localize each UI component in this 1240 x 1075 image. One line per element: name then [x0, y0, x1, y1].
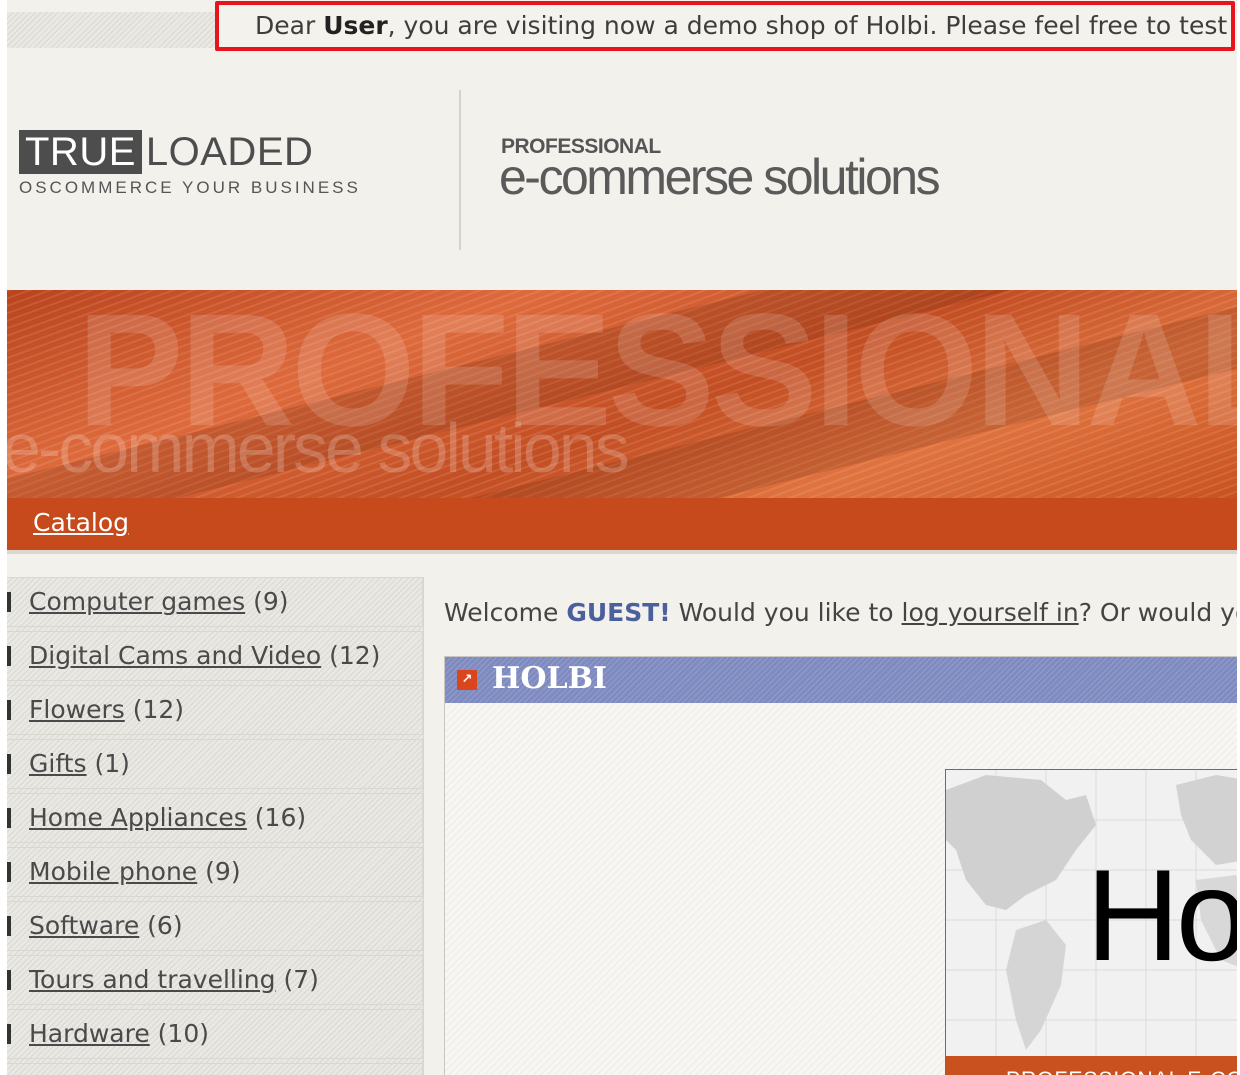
welcome-guest: GUEST! — [566, 598, 671, 627]
site-logo[interactable]: TRUE LOADED OSCOMMERCE YOUR BUSINESS — [19, 130, 358, 197]
category-count: (9) — [253, 587, 289, 616]
nav-catalog-link[interactable]: Catalog — [33, 508, 129, 537]
category-link[interactable]: Software — [29, 911, 139, 940]
category-link[interactable]: Home Appliances — [29, 803, 247, 832]
sidebar-category-item[interactable]: Home Appliances (16) — [7, 793, 423, 843]
category-link[interactable]: Mobile phone — [29, 857, 197, 886]
category-count: (12) — [329, 641, 381, 670]
external-link-icon[interactable]: ↗ — [457, 670, 477, 690]
notice-bar-left-pattern — [7, 12, 217, 48]
sidebar-category-item[interactable]: Gifts (1) — [7, 739, 423, 789]
holbi-box-title: HOLBI — [492, 661, 607, 696]
sidebar-category-item[interactable]: Hardware (10) — [7, 1009, 423, 1059]
slogan-big: e-commerse solutions — [499, 149, 941, 205]
category-sidebar: Computer games (9) Digital Cams and Video… — [7, 577, 424, 1075]
demo-notice-bar: Dear User, you are visiting now a demo s… — [215, 1, 1235, 51]
notice-user: User — [323, 11, 388, 40]
category-link[interactable]: Tours and travelling — [29, 965, 276, 994]
category-count: (10) — [157, 1019, 209, 1048]
sidebar-category-item[interactable]: View All Items — [7, 1063, 423, 1075]
header-divider — [459, 90, 461, 250]
category-link[interactable]: Gifts — [29, 749, 87, 778]
category-link[interactable]: Computer games — [29, 587, 245, 616]
holbi-box: ↗ HOLBI Ho — [444, 656, 1237, 1075]
category-count: (7) — [283, 965, 319, 994]
hero-banner: PROFESSIONAL e-commerse solutions — [7, 290, 1237, 498]
login-link[interactable]: log yourself in — [902, 598, 1079, 627]
welcome-prefix: Welcome — [444, 598, 567, 627]
notice-prefix: Dear — [255, 11, 324, 40]
holbi-box-header: ↗ HOLBI — [445, 657, 1237, 703]
holbi-box-body: Ho PROFESSIONAL E-CO — [445, 703, 1237, 1075]
sidebar-category-item[interactable]: Mobile phone (9) — [7, 847, 423, 897]
category-count: (16) — [254, 803, 307, 832]
sidebar-category-item[interactable]: Software (6) — [7, 901, 423, 951]
promo-footer: PROFESSIONAL E-CO — [946, 1056, 1237, 1075]
category-link[interactable]: Hardware — [29, 1019, 150, 1048]
category-link[interactable]: Flowers — [29, 695, 125, 724]
logo-true: TRUE — [19, 130, 142, 174]
nav-bar: Catalog — [7, 498, 1237, 554]
category-count: (1) — [94, 749, 130, 778]
category-link[interactable]: Digital Cams and Video — [29, 641, 321, 670]
sidebar-category-item[interactable]: Flowers (12) — [7, 685, 423, 735]
logo-tagline: OSCOMMERCE YOUR BUSINESS — [19, 178, 361, 197]
sidebar-category-item[interactable]: Computer games (9) — [7, 577, 423, 627]
welcome-suffix: ? Or would you pre — [1078, 598, 1237, 627]
promo-banner[interactable]: Ho PROFESSIONAL E-CO — [945, 769, 1237, 1075]
category-count: (9) — [205, 857, 241, 886]
logo-loaded: LOADED — [145, 130, 314, 174]
category-count: (6) — [147, 911, 183, 940]
sidebar-category-item[interactable]: Tours and travelling (7) — [7, 955, 423, 1005]
promo-big-text: Ho — [1086, 842, 1237, 988]
sidebar-category-item[interactable]: Digital Cams and Video (12) — [7, 631, 423, 681]
page: Dear User, you are visiting now a demo s… — [7, 0, 1237, 1075]
banner-watermark-small: e-commerse solutions — [7, 409, 630, 487]
welcome-middle: Would you like to — [670, 598, 902, 627]
notice-text: , you are visiting now a demo shop of Ho… — [387, 11, 1228, 40]
welcome-message: Welcome GUEST! Would you like to log you… — [444, 598, 1237, 627]
category-count: (12) — [132, 695, 185, 724]
